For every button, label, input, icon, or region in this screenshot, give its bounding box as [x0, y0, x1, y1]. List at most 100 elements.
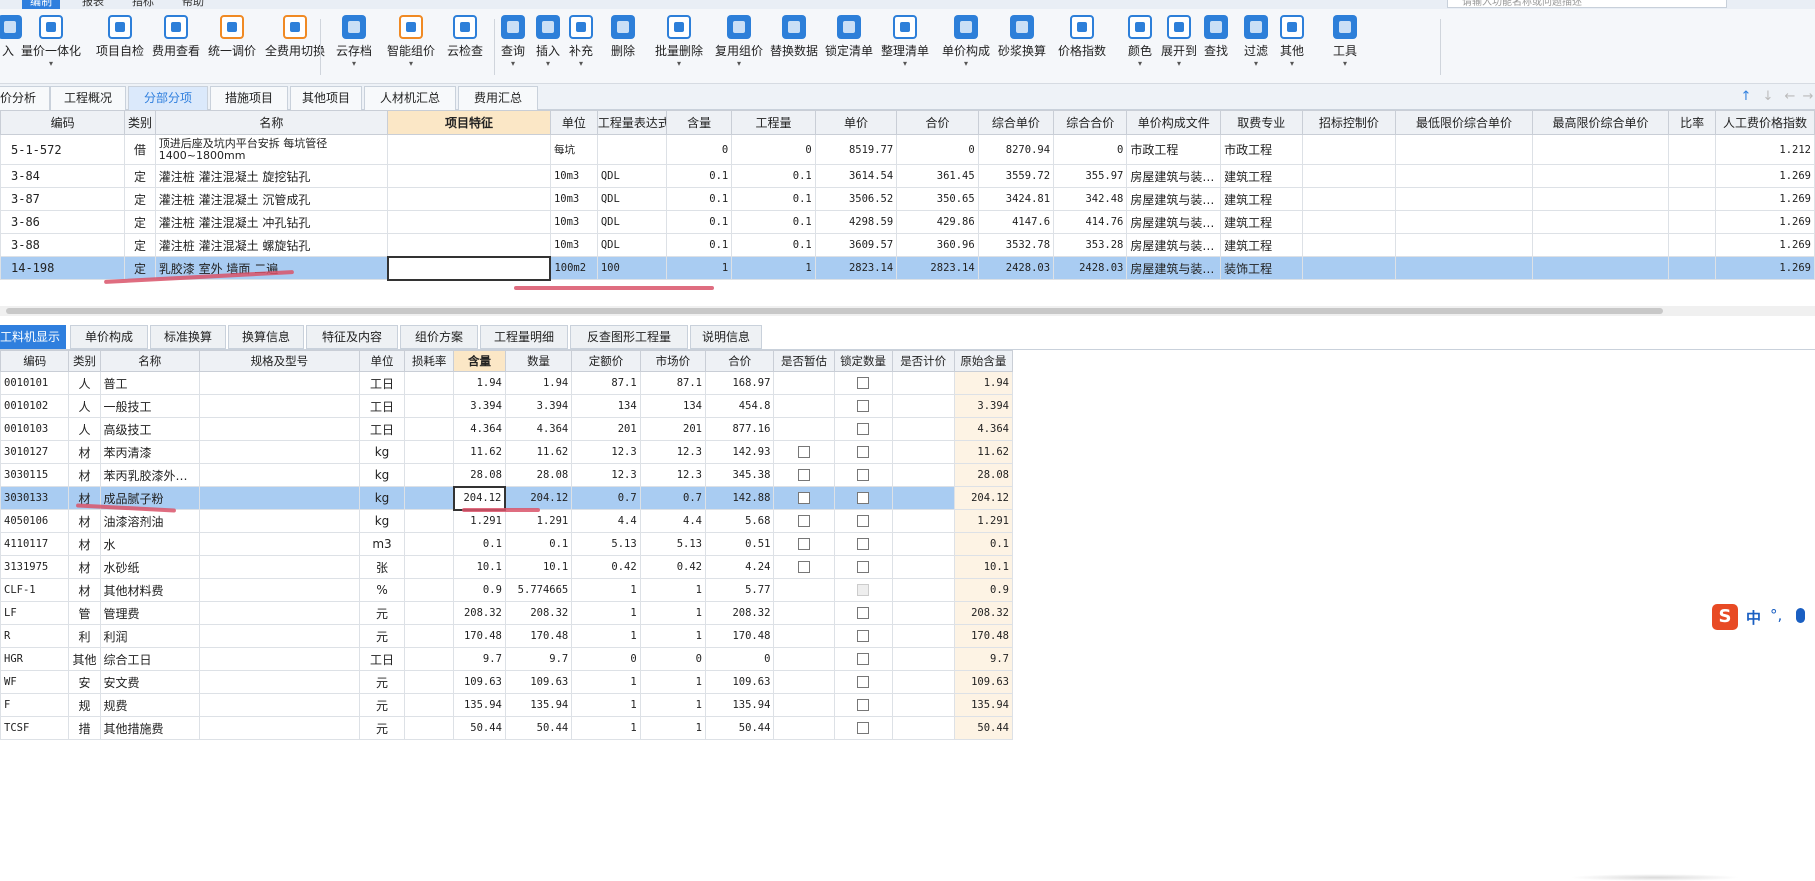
estimate-checkbox[interactable]	[797, 446, 810, 458]
toolbar-button-tools[interactable]: 工具 ▾	[1328, 13, 1362, 79]
toolbar-button-lock-list[interactable]: 锁定清单	[823, 13, 875, 79]
menu-tab-help[interactable]: 帮助	[182, 0, 204, 9]
cell-lock[interactable]	[833, 716, 893, 740]
tab-top-4[interactable]: 其他项目	[290, 86, 362, 110]
toolbar-button-batch-delete[interactable]: 批量删除 ▾	[648, 13, 710, 79]
cell-expr[interactable]: QDL	[596, 210, 668, 234]
column-header[interactable]: 工程量表达式	[596, 110, 668, 135]
cell-est[interactable]	[773, 670, 835, 694]
toolbar-button-cloud-check[interactable]: 云检查	[442, 13, 488, 79]
tab-bottom-6[interactable]: 工程量明细	[480, 325, 568, 349]
column-header[interactable]: 数量	[504, 350, 573, 372]
column-header[interactable]: 锁定数量	[833, 350, 893, 372]
column-header[interactable]: 名称	[99, 350, 201, 372]
estimate-checkbox[interactable]	[797, 492, 810, 504]
cell-lock[interactable]	[833, 647, 893, 671]
cell-est[interactable]	[773, 417, 835, 441]
column-header[interactable]: 含量	[453, 350, 506, 372]
cell-lock[interactable]	[833, 486, 893, 510]
table-row[interactable]: 3-87 定灌注桩 灌注混凝土 沉管成孔 10m3 QDL 0.1 0.1 3506.52 3…	[0, 187, 1815, 211]
arrow-left-icon[interactable]: ←	[1782, 89, 1798, 105]
chevron-down-icon[interactable]: ▾	[384, 59, 438, 69]
cell-content[interactable]: 0.1	[453, 532, 506, 556]
cell-content[interactable]: 4.364	[453, 417, 506, 441]
table-row[interactable]: 3030133 材成品腻子粉 kg 204.12 204.12 0.7 0.7 142.88 2…	[0, 485, 1014, 511]
cell-content[interactable]: 1.94	[453, 371, 506, 395]
table-row[interactable]: 0010101 人普工 工日 1.94 1.94 87.1 87.1 168.97 1.94	[0, 371, 1014, 395]
lock-qty-checkbox[interactable]	[857, 515, 870, 527]
cell-content[interactable]: 0.1	[666, 164, 733, 188]
table-row[interactable]: CLF-1 材其他材料费% 0.9 5.774665 1 1 5.77 0.9	[0, 578, 1014, 602]
toolbar-button-cloud-save[interactable]: 云存档 ▾	[332, 13, 376, 79]
ime-mode[interactable]: 中	[1746, 607, 1761, 628]
chevron-down-icon[interactable]: ▾	[1328, 59, 1362, 69]
cell-content[interactable]: 10.1	[453, 555, 506, 579]
horizontal-scrollbar[interactable]	[0, 306, 1815, 316]
estimate-checkbox[interactable]	[797, 538, 810, 550]
tab-top-6[interactable]: 费用汇总	[458, 86, 538, 110]
lock-qty-checkbox[interactable]	[857, 607, 870, 619]
lock-qty-checkbox[interactable]	[857, 538, 870, 550]
lock-qty-checkbox[interactable]	[857, 469, 870, 481]
lock-qty-checkbox[interactable]	[857, 584, 870, 596]
arrow-right-icon[interactable]: →	[1800, 89, 1815, 105]
cell-content[interactable]: 135.94	[453, 693, 506, 717]
table-row[interactable]: R 利利润元 170.48 170.48 1 1 170.48 170.48	[0, 624, 1014, 648]
column-header[interactable]: 市场价	[639, 350, 706, 372]
tab-top-1[interactable]: 工程概况	[50, 86, 126, 110]
cell-lock[interactable]	[833, 371, 893, 395]
tab-bottom-8[interactable]: 说明信息	[690, 325, 762, 349]
table-row[interactable]: TCSF 措其他措施费元 50.44 50.44 1 1 50.44 50.44	[0, 716, 1014, 740]
tab-bottom-2[interactable]: 标准换算	[150, 325, 226, 349]
column-header[interactable]: 单价构成文件	[1126, 110, 1222, 135]
toolbar-button-filter[interactable]: 过滤 ▾	[1239, 13, 1273, 79]
cell-content[interactable]: 0.9	[453, 578, 506, 602]
column-header[interactable]: 合价	[896, 110, 979, 135]
toolbar-button-other[interactable]: 其他 ▾	[1276, 13, 1308, 79]
tab-top-3[interactable]: 措施项目	[210, 86, 288, 110]
column-header[interactable]: 原始含量	[953, 350, 1014, 372]
arrow-up-icon[interactable]: ↑	[1738, 89, 1754, 105]
column-header[interactable]: 是否计价	[891, 350, 955, 372]
column-header[interactable]: 含量	[666, 110, 733, 135]
cell-lock[interactable]	[833, 578, 893, 602]
cell-lock[interactable]	[833, 463, 893, 487]
cell-est[interactable]	[773, 647, 835, 671]
column-header[interactable]: 取费专业	[1220, 110, 1303, 135]
cell-content[interactable]: 170.48	[453, 624, 506, 648]
cell-lock[interactable]	[833, 509, 893, 533]
chevron-down-icon[interactable]: ▾	[878, 59, 932, 69]
toolbar-button-find[interactable]: 查找	[1199, 13, 1233, 79]
cell-feature[interactable]	[387, 134, 551, 165]
table-row[interactable]: 3131975 材水砂纸张 10.1 10.1 0.42 0.42 4.24 10.1	[0, 555, 1014, 579]
cell-est[interactable]	[773, 394, 835, 418]
toolbar-button-delete[interactable]: 删除	[600, 13, 646, 79]
toolbar-button-full-fee-switch[interactable]: 全费用切换	[262, 13, 328, 79]
cell-lock[interactable]	[833, 601, 893, 625]
cell-content[interactable]: 3.394	[453, 394, 506, 418]
cell-feature[interactable]	[386, 255, 552, 281]
lock-qty-checkbox[interactable]	[857, 699, 870, 711]
cell-content[interactable]: 208.32	[453, 601, 506, 625]
chevron-down-icon[interactable]: ▾	[532, 59, 564, 69]
cell-expr[interactable]: QDL	[596, 187, 668, 211]
toolbar-button-project-check[interactable]: 项目自检	[92, 13, 148, 79]
chevron-down-icon[interactable]: ▾	[332, 59, 376, 69]
cell-feature[interactable]	[387, 233, 551, 257]
column-header[interactable]: 最低限价综合单价	[1395, 110, 1533, 135]
cell-est[interactable]	[773, 371, 835, 395]
cell-lock[interactable]	[833, 417, 893, 441]
table-row[interactable]: 4110117 材水 m3 0.1 0.1 5.13 5.13 0.51 0.1	[0, 532, 1014, 556]
cell-lock[interactable]	[833, 693, 893, 717]
cell-content[interactable]: 1.291	[453, 509, 506, 533]
estimate-checkbox[interactable]	[797, 515, 810, 527]
cell-est[interactable]	[773, 624, 835, 648]
toolbar-button-quantity-price[interactable]: 量价一体化 ▾	[14, 13, 88, 79]
cell-content[interactable]: 0.1	[666, 187, 733, 211]
cell-est[interactable]	[773, 463, 835, 487]
table-row[interactable]: 3-86 定灌注桩 灌注混凝土 冲孔钻孔 10m3 QDL 0.1 0.1 4298.59 4…	[0, 210, 1815, 234]
table-row[interactable]: HGR 其他 综合工日 工日 9.7 9.7 0 0 0 9.7	[0, 647, 1014, 671]
column-header[interactable]: 定额价	[571, 350, 641, 372]
table-row[interactable]: 3010127 材苯丙清漆 kg 11.62 11.62 12.3 12.3 142.93 11…	[0, 440, 1014, 464]
column-header[interactable]: 单位	[549, 110, 598, 135]
